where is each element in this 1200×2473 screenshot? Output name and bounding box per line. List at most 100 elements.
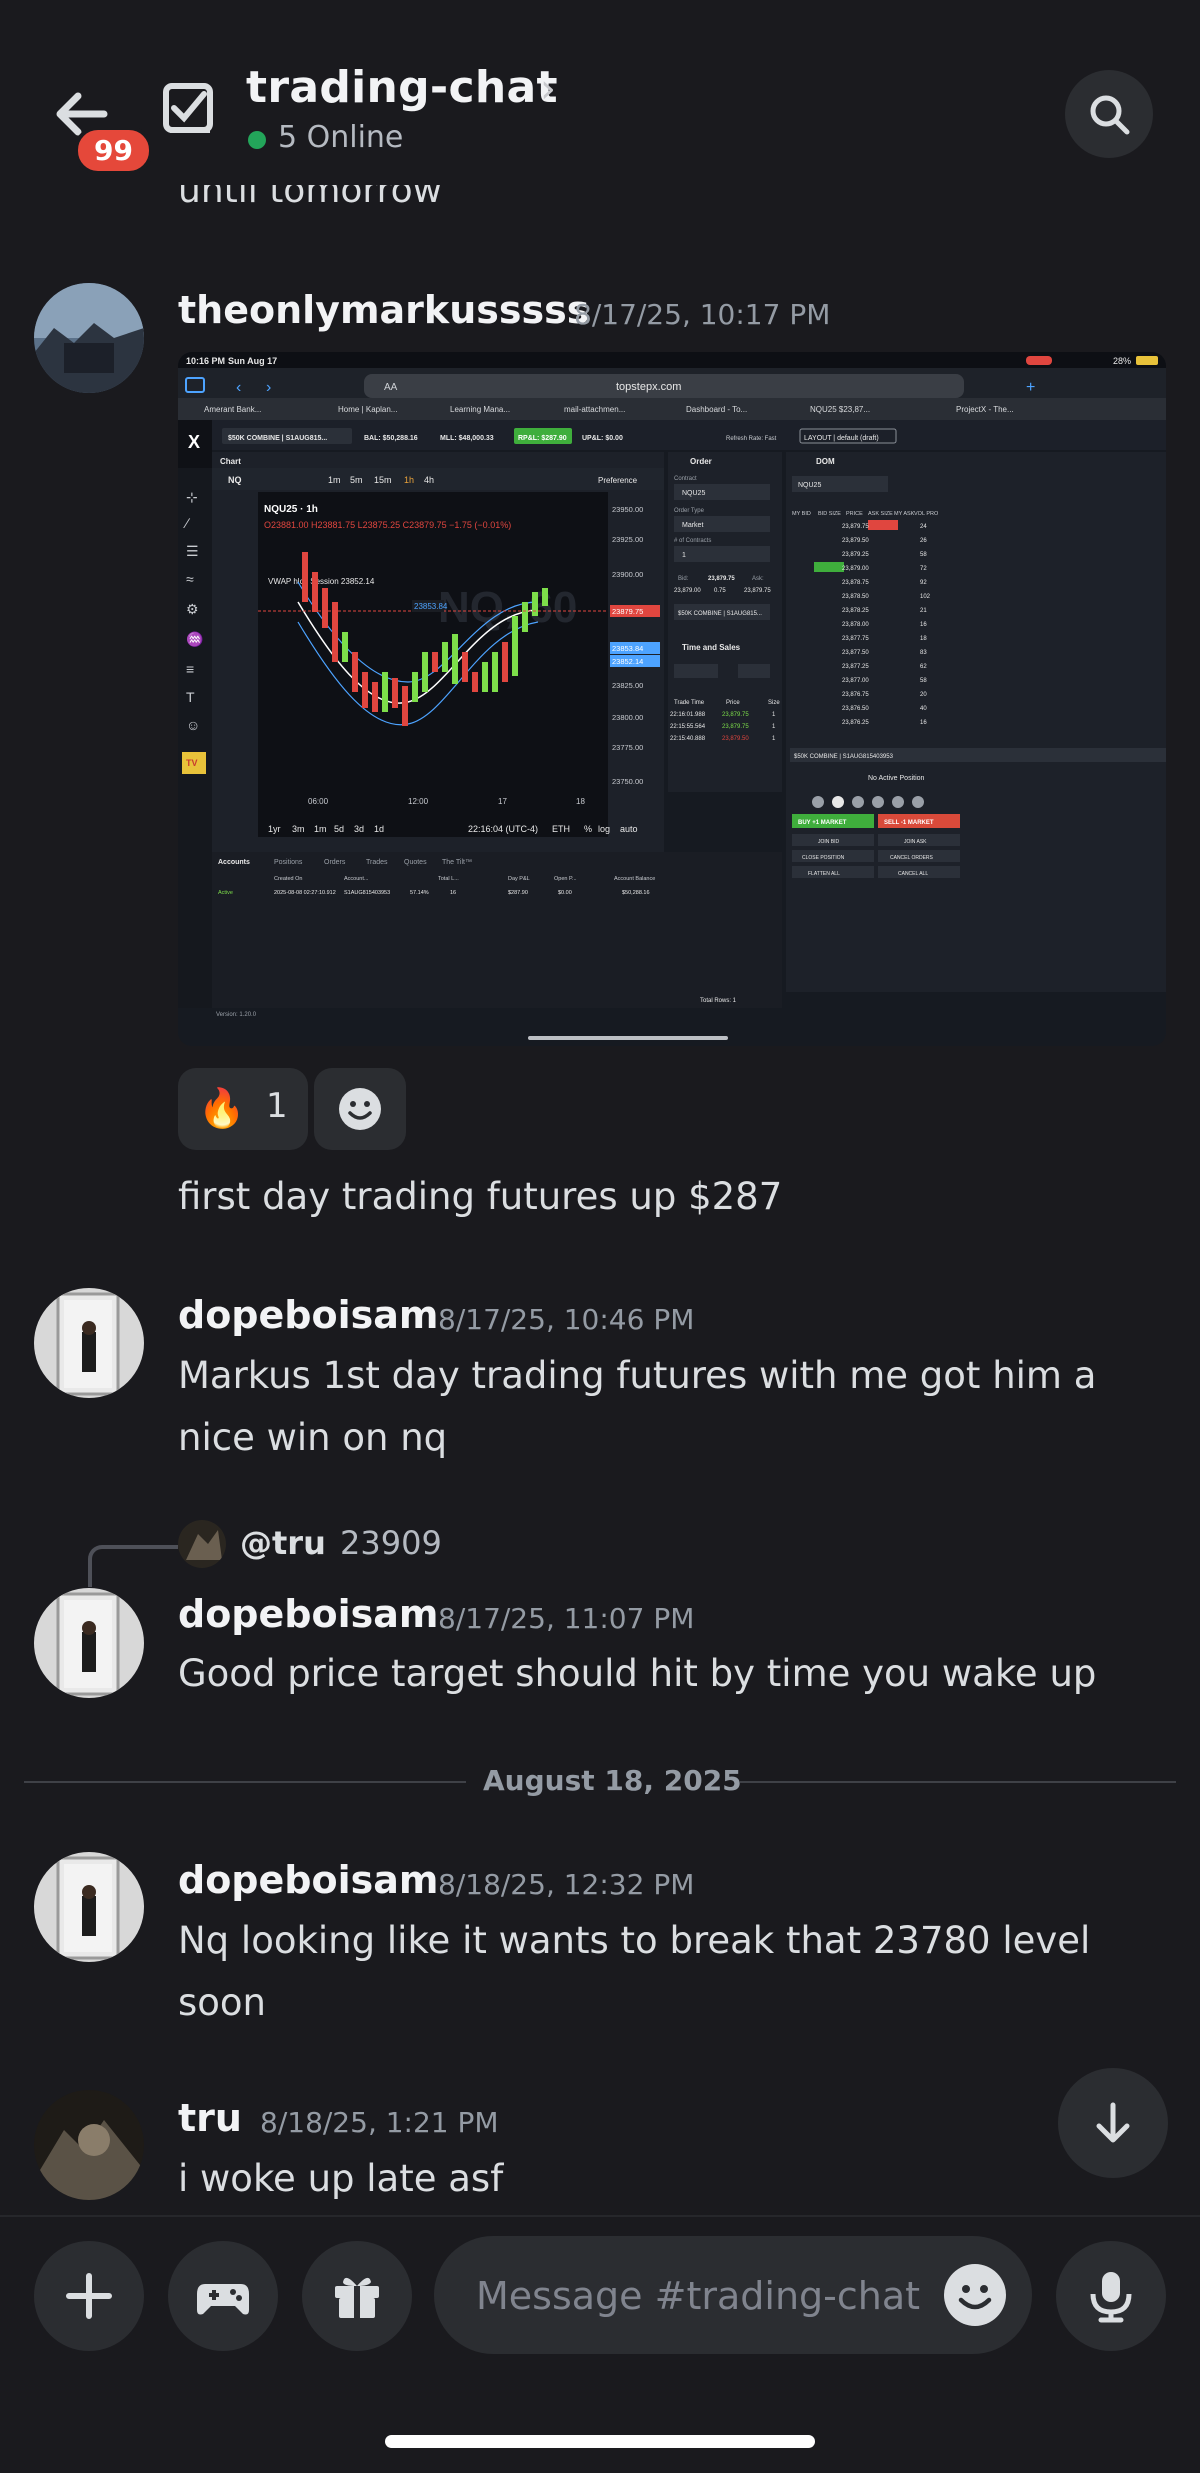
svg-text:PRICE: PRICE bbox=[846, 511, 863, 517]
svg-text:Order Type: Order Type bbox=[674, 508, 705, 514]
avatar[interactable] bbox=[34, 283, 144, 393]
username[interactable]: dopeboisam bbox=[178, 1592, 438, 1636]
svg-text:23,879.75: 23,879.75 bbox=[722, 712, 749, 718]
dom-volume: 102 bbox=[920, 594, 931, 600]
svg-text:23900.00: 23900.00 bbox=[612, 570, 643, 579]
svg-text:O23881.00 H23881.75 L23875.25: O23881.00 H23881.75 L23875.25 C23879.75 … bbox=[264, 520, 511, 530]
dom-volume: 62 bbox=[920, 664, 927, 670]
gift-button[interactable] bbox=[302, 2241, 412, 2351]
svg-text:›: › bbox=[266, 379, 271, 396]
battery: 28% bbox=[1113, 356, 1131, 366]
gamepad-icon bbox=[197, 2284, 249, 2315]
svg-text:⚙: ⚙ bbox=[186, 601, 199, 617]
username[interactable]: theonlymarkusssss bbox=[178, 288, 589, 332]
dom-volume: 72 bbox=[920, 566, 927, 572]
search-button[interactable] bbox=[1065, 70, 1153, 158]
dom-price: 23,876.50 bbox=[842, 706, 869, 712]
avatar[interactable] bbox=[34, 1588, 144, 1698]
svg-text:23,879.50: 23,879.50 bbox=[722, 736, 749, 742]
avatar[interactable] bbox=[34, 1852, 144, 1962]
dom-price: 23,879.75 bbox=[842, 524, 869, 530]
svg-text:≈: ≈ bbox=[186, 571, 194, 587]
timestamp: 8/17/25, 11:07 PM bbox=[438, 1602, 695, 1635]
svg-text:Ask:: Ask: bbox=[752, 576, 764, 582]
svg-text:log: log bbox=[598, 824, 610, 834]
dom-price: 23,877.75 bbox=[842, 636, 869, 642]
svg-text:Total L...: Total L... bbox=[438, 876, 459, 882]
svg-text:Account Balance: Account Balance bbox=[614, 876, 655, 882]
reaction-fire[interactable]: 🔥 1 bbox=[178, 1068, 308, 1150]
svg-text:12:00: 12:00 bbox=[408, 797, 429, 806]
svg-text:SELL -1 MARKET: SELL -1 MARKET bbox=[884, 820, 934, 826]
svg-text:Active: Active bbox=[218, 890, 233, 896]
chevron-right-icon[interactable]: › bbox=[540, 66, 556, 112]
dom-price: 23,876.75 bbox=[842, 692, 869, 698]
message-text: i woke up late asf bbox=[178, 2157, 504, 2200]
svg-text:$50K COMBINE | S1AUG815...: $50K COMBINE | S1AUG815... bbox=[678, 611, 762, 617]
threads-icon[interactable] bbox=[160, 80, 216, 136]
svg-text:ETH: ETH bbox=[552, 824, 570, 834]
svg-text:JOIN BID: JOIN BID bbox=[818, 839, 840, 845]
message-text: Markus 1st day trading futures with me g… bbox=[178, 1354, 1097, 1397]
dom-volume: 92 bbox=[920, 580, 927, 586]
username[interactable]: dopeboisam bbox=[178, 1858, 438, 1902]
svg-text:MY ASK: MY ASK bbox=[894, 511, 915, 517]
svg-text:Total Rows: 1: Total Rows: 1 bbox=[700, 998, 737, 1004]
channel-title[interactable]: trading-chat bbox=[246, 62, 558, 113]
date-divider: August 18, 2025 bbox=[483, 1764, 742, 1797]
reply-preview[interactable]: 23909 bbox=[340, 1524, 442, 1562]
avatar[interactable] bbox=[34, 1288, 144, 1398]
svg-text:X: X bbox=[188, 432, 200, 452]
reply-avatar bbox=[178, 1520, 226, 1568]
svg-text:23800.00: 23800.00 bbox=[612, 713, 643, 722]
svg-text:23,879.00: 23,879.00 bbox=[674, 588, 701, 594]
aa-label: AA bbox=[384, 382, 398, 393]
activities-button[interactable] bbox=[168, 2241, 278, 2351]
message-input[interactable]: Message #trading-chat bbox=[434, 2236, 1032, 2354]
jump-to-present-button[interactable] bbox=[1058, 2068, 1168, 2178]
svg-text:1m: 1m bbox=[314, 824, 327, 834]
home-indicator bbox=[385, 2435, 815, 2448]
username[interactable]: dopeboisam bbox=[178, 1293, 438, 1337]
svg-text:$50K COMBINE | S1AUG815...: $50K COMBINE | S1AUG815... bbox=[228, 435, 327, 442]
add-reaction-button[interactable] bbox=[314, 1068, 406, 1150]
svg-text:23775.00: 23775.00 bbox=[612, 743, 643, 752]
image-attachment[interactable]: 10:16 PM Sun Aug 17 28% ‹ › AA topstepx.… bbox=[178, 352, 1166, 1046]
svg-text:Account...: Account... bbox=[344, 876, 369, 882]
dom-price: 23,878.50 bbox=[842, 594, 869, 600]
svg-text:Order: Order bbox=[690, 457, 712, 466]
svg-text:auto: auto bbox=[620, 824, 638, 834]
svg-text:Positions: Positions bbox=[274, 859, 303, 866]
svg-text:NQU25: NQU25 bbox=[798, 482, 821, 489]
svg-text:23852.14: 23852.14 bbox=[612, 657, 643, 666]
svg-text:22:16:04 (UTC-4): 22:16:04 (UTC-4) bbox=[468, 824, 538, 834]
svg-text:+: + bbox=[1026, 379, 1035, 396]
svg-text:3d: 3d bbox=[354, 824, 364, 834]
svg-text:1yr: 1yr bbox=[268, 824, 281, 834]
svg-text:4h: 4h bbox=[424, 475, 434, 485]
username[interactable]: tru bbox=[178, 2096, 242, 2140]
message-text: nice win on nq bbox=[178, 1416, 448, 1459]
dom-volume: 83 bbox=[920, 650, 927, 656]
svg-text:NQ, 60: NQ, 60 bbox=[438, 583, 577, 632]
reaction-count: 1 bbox=[266, 1086, 288, 1126]
dom-volume: 26 bbox=[920, 538, 927, 544]
svg-text:22:15:55.564: 22:15:55.564 bbox=[670, 724, 706, 730]
svg-text:Size: Size bbox=[768, 700, 780, 706]
svg-text:Price: Price bbox=[726, 700, 740, 706]
date-divider-line bbox=[24, 1781, 466, 1783]
svg-text:1h: 1h bbox=[404, 475, 414, 485]
voice-message-button[interactable] bbox=[1056, 2241, 1166, 2351]
avatar[interactable] bbox=[34, 2090, 144, 2200]
add-attachment-button[interactable] bbox=[34, 2241, 144, 2351]
online-count: 5 Online bbox=[278, 120, 404, 155]
dom-price: 23,878.75 bbox=[842, 580, 869, 586]
url-text: topstepx.com bbox=[616, 381, 681, 393]
svg-text:22:16:01.988: 22:16:01.988 bbox=[670, 712, 706, 718]
timestamp: 8/17/25, 10:46 PM bbox=[438, 1303, 695, 1336]
svg-text:Day P&L: Day P&L bbox=[508, 876, 530, 882]
svg-text:Amerant Bank...: Amerant Bank... bbox=[204, 405, 261, 414]
reply-username[interactable]: @tru bbox=[240, 1524, 326, 1562]
emoji-picker-button[interactable] bbox=[944, 2264, 1006, 2326]
channel-header: 99 trading-chat › 5 Online bbox=[0, 0, 1200, 185]
